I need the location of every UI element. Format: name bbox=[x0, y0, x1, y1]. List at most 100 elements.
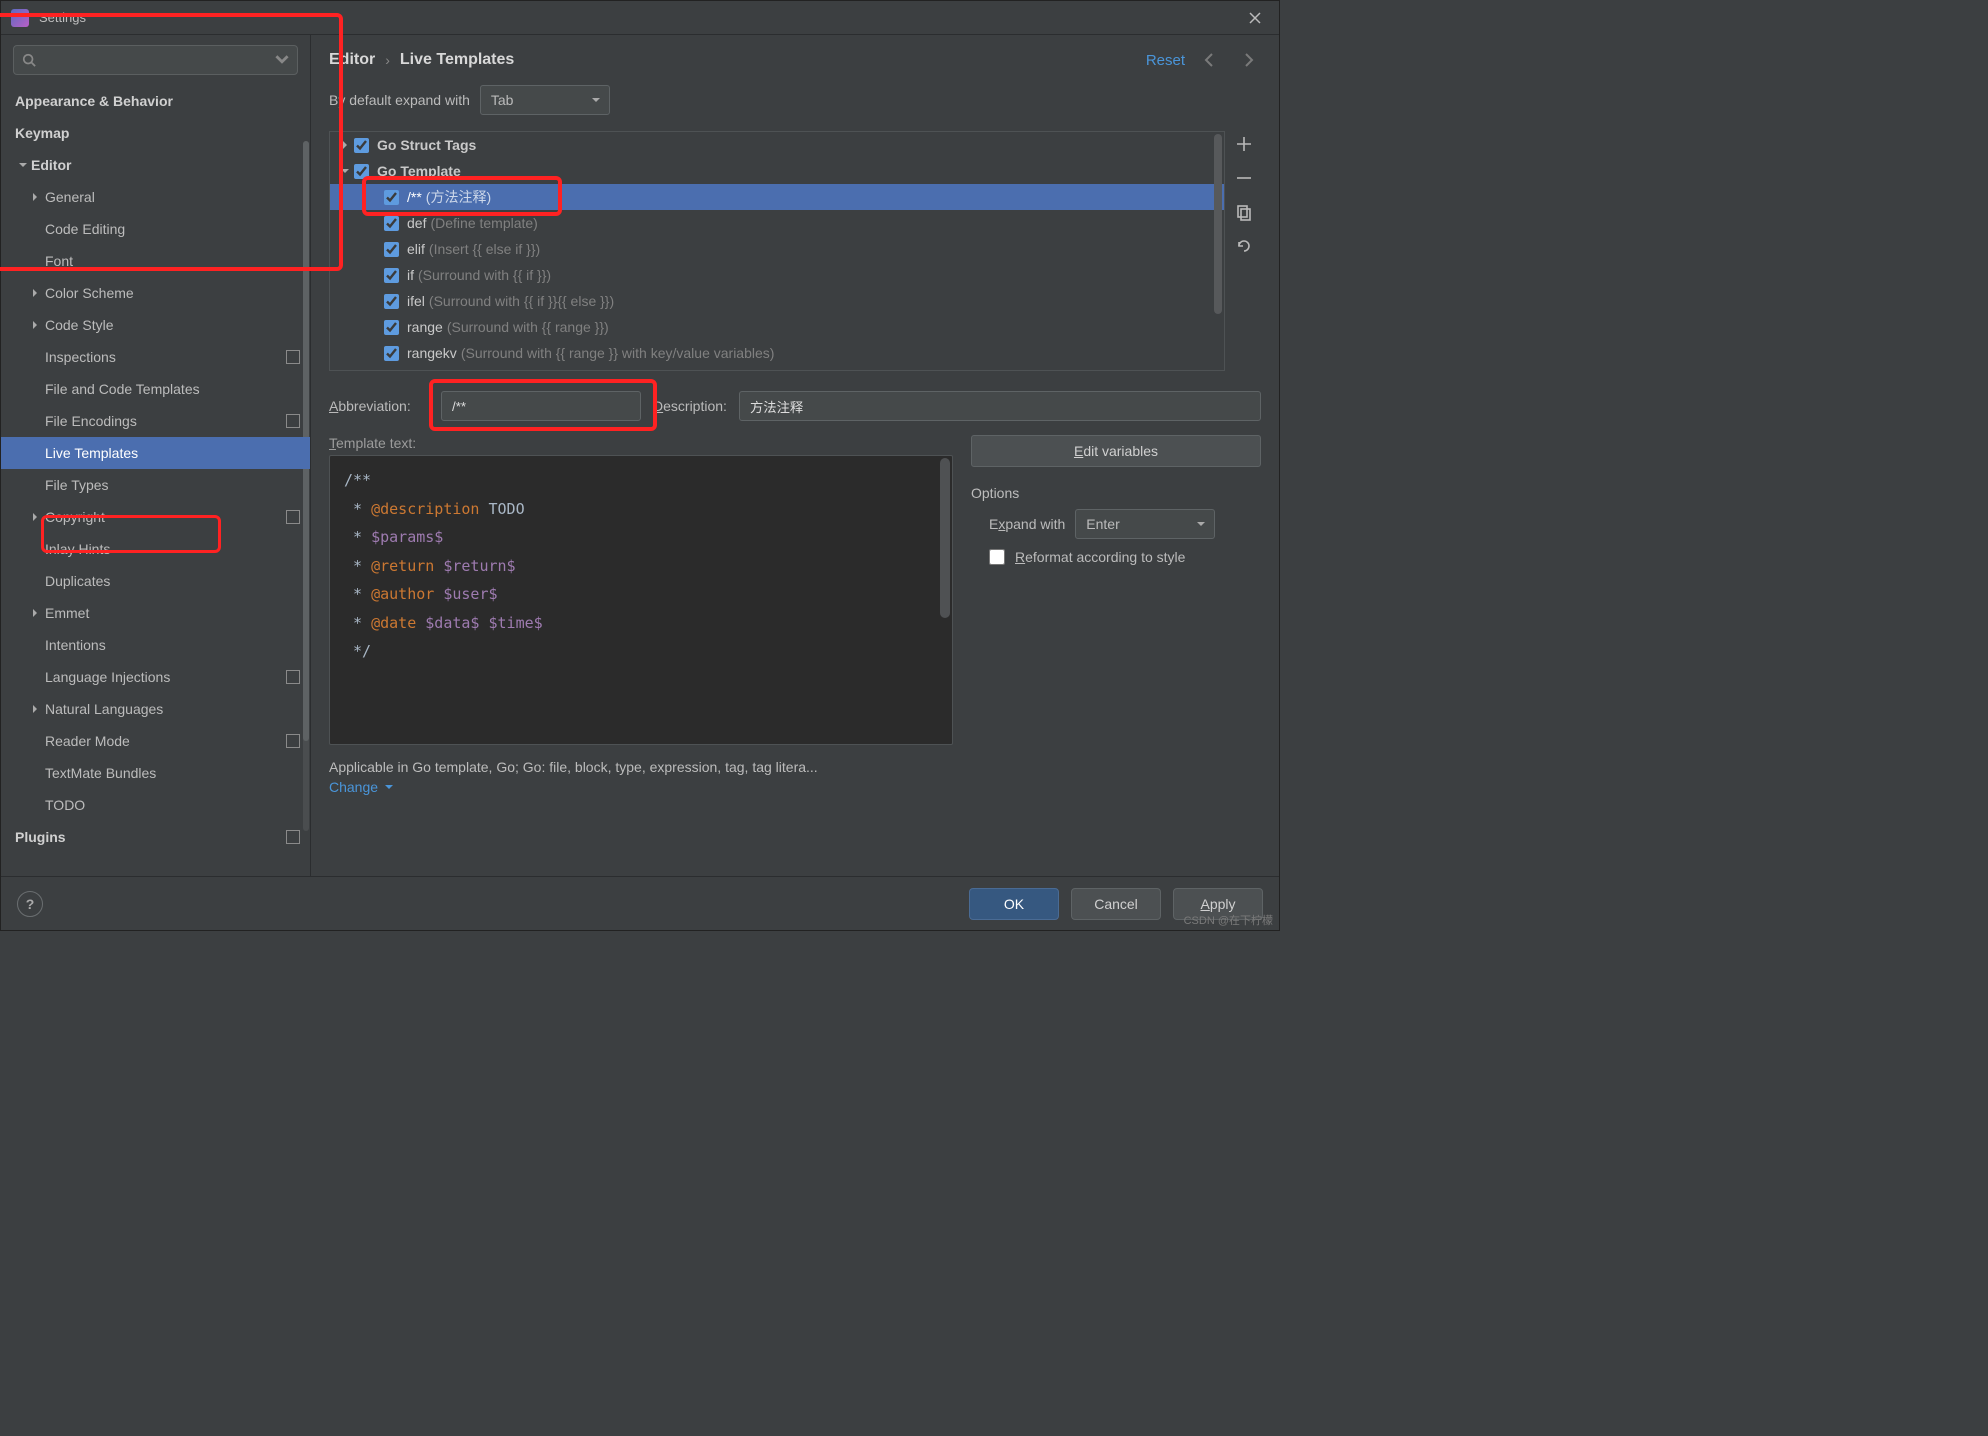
watermark: CSDN @在下柠檬 bbox=[1184, 912, 1273, 928]
sidebar-item-keymap[interactable]: Keymap bbox=[1, 117, 310, 149]
template-item[interactable]: Go Struct Tags bbox=[330, 132, 1224, 158]
breadcrumb-parent[interactable]: Editor bbox=[329, 51, 375, 69]
template-text-editor[interactable]: /** * @description TODO * $params$ * @re… bbox=[329, 455, 953, 745]
template-item[interactable]: ifel(Surround with {{ if }}{{ else }}) bbox=[330, 288, 1224, 314]
chevron-down-icon bbox=[1196, 519, 1206, 529]
expand-with-label: By default expand with bbox=[329, 92, 470, 108]
undo-icon bbox=[1235, 237, 1253, 255]
titlebar: Settings bbox=[1, 1, 1279, 35]
template-item[interactable]: if(Surround with {{ if }}) bbox=[330, 262, 1224, 288]
search-input[interactable] bbox=[13, 45, 298, 75]
revert-template-button[interactable] bbox=[1231, 233, 1257, 259]
sidebar-item-file-and-code-templates[interactable]: File and Code Templates bbox=[1, 373, 310, 405]
sidebar-item-code-style[interactable]: Code Style bbox=[1, 309, 310, 341]
edit-variables-button[interactable]: Edit variables bbox=[971, 435, 1261, 467]
settings-tree[interactable]: Appearance & BehaviorKeymapEditorGeneral… bbox=[1, 81, 310, 876]
breadcrumb: Editor › Live Templates Reset bbox=[311, 35, 1279, 85]
description-label: Description: bbox=[653, 398, 727, 414]
default-expand-value: Tab bbox=[491, 92, 514, 108]
sidebar-item-todo[interactable]: TODO bbox=[1, 789, 310, 821]
template-item[interactable]: Go Template bbox=[330, 158, 1224, 184]
search-icon bbox=[22, 53, 36, 67]
template-item[interactable]: rangekv(Surround with {{ range }} with k… bbox=[330, 340, 1224, 366]
template-item[interactable]: range(Surround with {{ range }}) bbox=[330, 314, 1224, 340]
remove-template-button[interactable] bbox=[1231, 165, 1257, 191]
template-item[interactable]: elif(Insert {{ else if }}) bbox=[330, 236, 1224, 262]
expand-with-select[interactable]: Enter bbox=[1075, 509, 1215, 539]
sidebar-item-inspections[interactable]: Inspections bbox=[1, 341, 310, 373]
main-panel: Editor › Live Templates Reset By default… bbox=[311, 35, 1279, 876]
arrow-left-icon bbox=[1202, 52, 1218, 68]
close-button[interactable] bbox=[1241, 4, 1269, 32]
applicable-contexts: Applicable in Go template, Go; Go: file,… bbox=[329, 759, 1261, 775]
default-expand-select[interactable]: Tab bbox=[480, 85, 610, 115]
sidebar-item-textmate-bundles[interactable]: TextMate Bundles bbox=[1, 757, 310, 789]
dialog-footer: ? OK Cancel Apply bbox=[1, 876, 1279, 930]
duplicate-template-button[interactable] bbox=[1231, 199, 1257, 225]
nav-back-button[interactable] bbox=[1197, 47, 1223, 73]
sidebar-item-live-templates[interactable]: Live Templates bbox=[1, 437, 310, 469]
sidebar-item-intentions[interactable]: Intentions bbox=[1, 629, 310, 661]
minus-icon bbox=[1235, 169, 1253, 187]
settings-sidebar: Appearance & BehaviorKeymapEditorGeneral… bbox=[1, 35, 311, 876]
help-button[interactable]: ? bbox=[17, 891, 43, 917]
chevron-down-icon bbox=[275, 52, 289, 66]
options-group: Options Expand with Enter Reformat bbox=[971, 479, 1261, 575]
sidebar-item-file-types[interactable]: File Types bbox=[1, 469, 310, 501]
project-badge-icon bbox=[286, 510, 300, 524]
add-template-button[interactable] bbox=[1231, 131, 1257, 157]
template-checkbox[interactable] bbox=[384, 190, 399, 205]
editor-scrollbar[interactable] bbox=[940, 458, 950, 742]
template-item[interactable]: /**(方法注释) bbox=[330, 184, 1224, 210]
settings-window: Settings Appearance & BehaviorKeymapEdit… bbox=[0, 0, 1280, 931]
sidebar-item-appearance-behavior[interactable]: Appearance & Behavior bbox=[1, 85, 310, 117]
reformat-checkbox[interactable] bbox=[989, 549, 1005, 565]
nav-forward-button[interactable] bbox=[1235, 47, 1261, 73]
sidebar-item-duplicates[interactable]: Duplicates bbox=[1, 565, 310, 597]
sidebar-item-font[interactable]: Font bbox=[1, 245, 310, 277]
project-badge-icon bbox=[286, 670, 300, 684]
change-contexts-link[interactable]: Change bbox=[329, 779, 1261, 795]
template-checkbox[interactable] bbox=[354, 164, 369, 179]
template-checkbox[interactable] bbox=[384, 320, 399, 335]
project-badge-icon bbox=[286, 414, 300, 428]
template-checkbox[interactable] bbox=[384, 294, 399, 309]
app-icon bbox=[11, 9, 29, 27]
breadcrumb-current: Live Templates bbox=[400, 51, 514, 69]
sidebar-item-reader-mode[interactable]: Reader Mode bbox=[1, 725, 310, 757]
template-checkbox[interactable] bbox=[384, 346, 399, 361]
template-tree-scrollbar[interactable] bbox=[1214, 134, 1222, 368]
sidebar-item-language-injections[interactable]: Language Injections bbox=[1, 661, 310, 693]
sidebar-item-general[interactable]: General bbox=[1, 181, 310, 213]
sidebar-item-inlay-hints[interactable]: Inlay Hints bbox=[1, 533, 310, 565]
chevron-down-icon bbox=[384, 782, 394, 792]
template-item[interactable]: def(Define template) bbox=[330, 210, 1224, 236]
template-checkbox[interactable] bbox=[384, 268, 399, 283]
sidebar-item-plugins[interactable]: Plugins bbox=[1, 821, 310, 853]
template-checkbox[interactable] bbox=[384, 242, 399, 257]
template-checkbox[interactable] bbox=[354, 138, 369, 153]
arrow-right-icon bbox=[1240, 52, 1256, 68]
close-icon bbox=[1248, 11, 1262, 25]
sidebar-item-copyright[interactable]: Copyright bbox=[1, 501, 310, 533]
copy-icon bbox=[1235, 203, 1253, 221]
abbreviation-label: AAbbreviation:bbreviation: bbox=[329, 398, 429, 414]
project-badge-icon bbox=[286, 830, 300, 844]
template-tree[interactable]: Go Struct TagsGo Template/**(方法注释)def(De… bbox=[329, 131, 1225, 371]
abbreviation-input[interactable] bbox=[441, 391, 641, 421]
expand-with-option-label: Expand with bbox=[989, 516, 1065, 532]
chevron-down-icon bbox=[591, 95, 601, 105]
sidebar-item-emmet[interactable]: Emmet bbox=[1, 597, 310, 629]
description-input[interactable] bbox=[739, 391, 1261, 421]
sidebar-item-natural-languages[interactable]: Natural Languages bbox=[1, 693, 310, 725]
cancel-button[interactable]: Cancel bbox=[1071, 888, 1161, 920]
sidebar-item-file-encodings[interactable]: File Encodings bbox=[1, 405, 310, 437]
sidebar-item-editor[interactable]: Editor bbox=[1, 149, 310, 181]
sidebar-item-code-editing[interactable]: Code Editing bbox=[1, 213, 310, 245]
sidebar-item-color-scheme[interactable]: Color Scheme bbox=[1, 277, 310, 309]
plus-icon bbox=[1235, 135, 1253, 153]
ok-button[interactable]: OK bbox=[969, 888, 1059, 920]
reset-link[interactable]: Reset bbox=[1146, 52, 1185, 69]
expand-with-value: Enter bbox=[1086, 516, 1119, 532]
template-checkbox[interactable] bbox=[384, 216, 399, 231]
